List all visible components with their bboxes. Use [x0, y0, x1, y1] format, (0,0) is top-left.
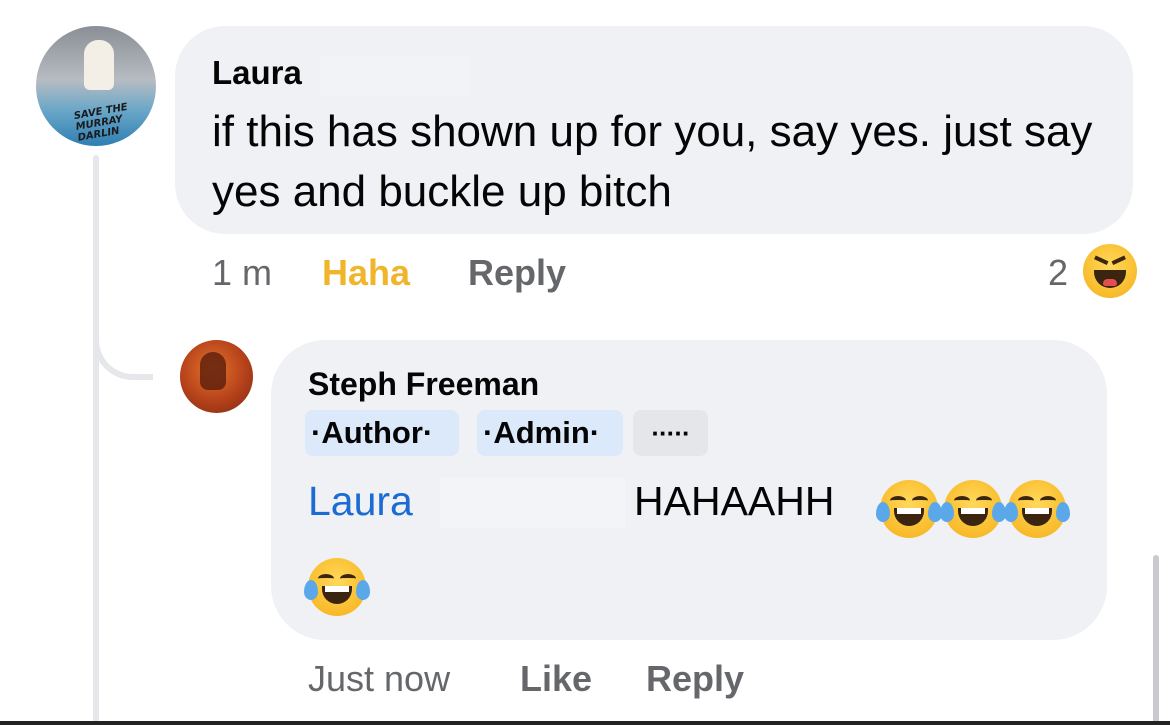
- avatar[interactable]: SAVE THE MURRAY DARLIN: [36, 26, 156, 146]
- redacted-surname: [440, 478, 625, 528]
- avatar-person: [84, 40, 114, 90]
- admin-badge[interactable]: ·Admin·: [477, 410, 623, 456]
- laughing-emoji-icon[interactable]: [1083, 244, 1137, 298]
- reply-author-name[interactable]: Steph Freeman: [308, 366, 539, 403]
- avatar-banner-text: SAVE THE MURRAY DARLIN: [73, 101, 129, 144]
- tears-of-joy-emoji-icon: [1004, 480, 1070, 538]
- bottom-divider: [0, 721, 1170, 725]
- tears-of-joy-emoji-icon: [876, 480, 942, 538]
- reply-button[interactable]: Reply: [468, 252, 566, 294]
- thread-connector-curve: [93, 300, 153, 380]
- avatar-person: [200, 352, 226, 390]
- reply-timestamp[interactable]: Just now: [308, 658, 450, 700]
- tears-of-joy-emoji-icon: [940, 480, 1006, 538]
- like-button[interactable]: Like: [520, 658, 592, 700]
- scrollbar[interactable]: [1153, 555, 1159, 725]
- reply-text: HAHAAHH: [634, 478, 835, 524]
- mention-link[interactable]: Laura: [308, 478, 413, 525]
- thread-connector-line: [93, 155, 99, 725]
- reply-button[interactable]: Reply: [646, 658, 744, 700]
- reaction-count[interactable]: 2: [1048, 252, 1068, 294]
- tears-of-joy-emoji-icon: [304, 558, 370, 616]
- comment-timestamp[interactable]: 1 m: [212, 252, 272, 294]
- haha-reaction-button[interactable]: Haha: [322, 252, 410, 294]
- comment-author-name[interactable]: Laura: [212, 54, 302, 92]
- avatar[interactable]: [180, 340, 253, 413]
- more-badges-button[interactable]: ·····: [633, 410, 708, 456]
- redacted-surname: [320, 56, 470, 96]
- comment-text: if this has shown up for you, say yes. j…: [212, 107, 1093, 216]
- author-badge[interactable]: ·Author·: [305, 410, 459, 456]
